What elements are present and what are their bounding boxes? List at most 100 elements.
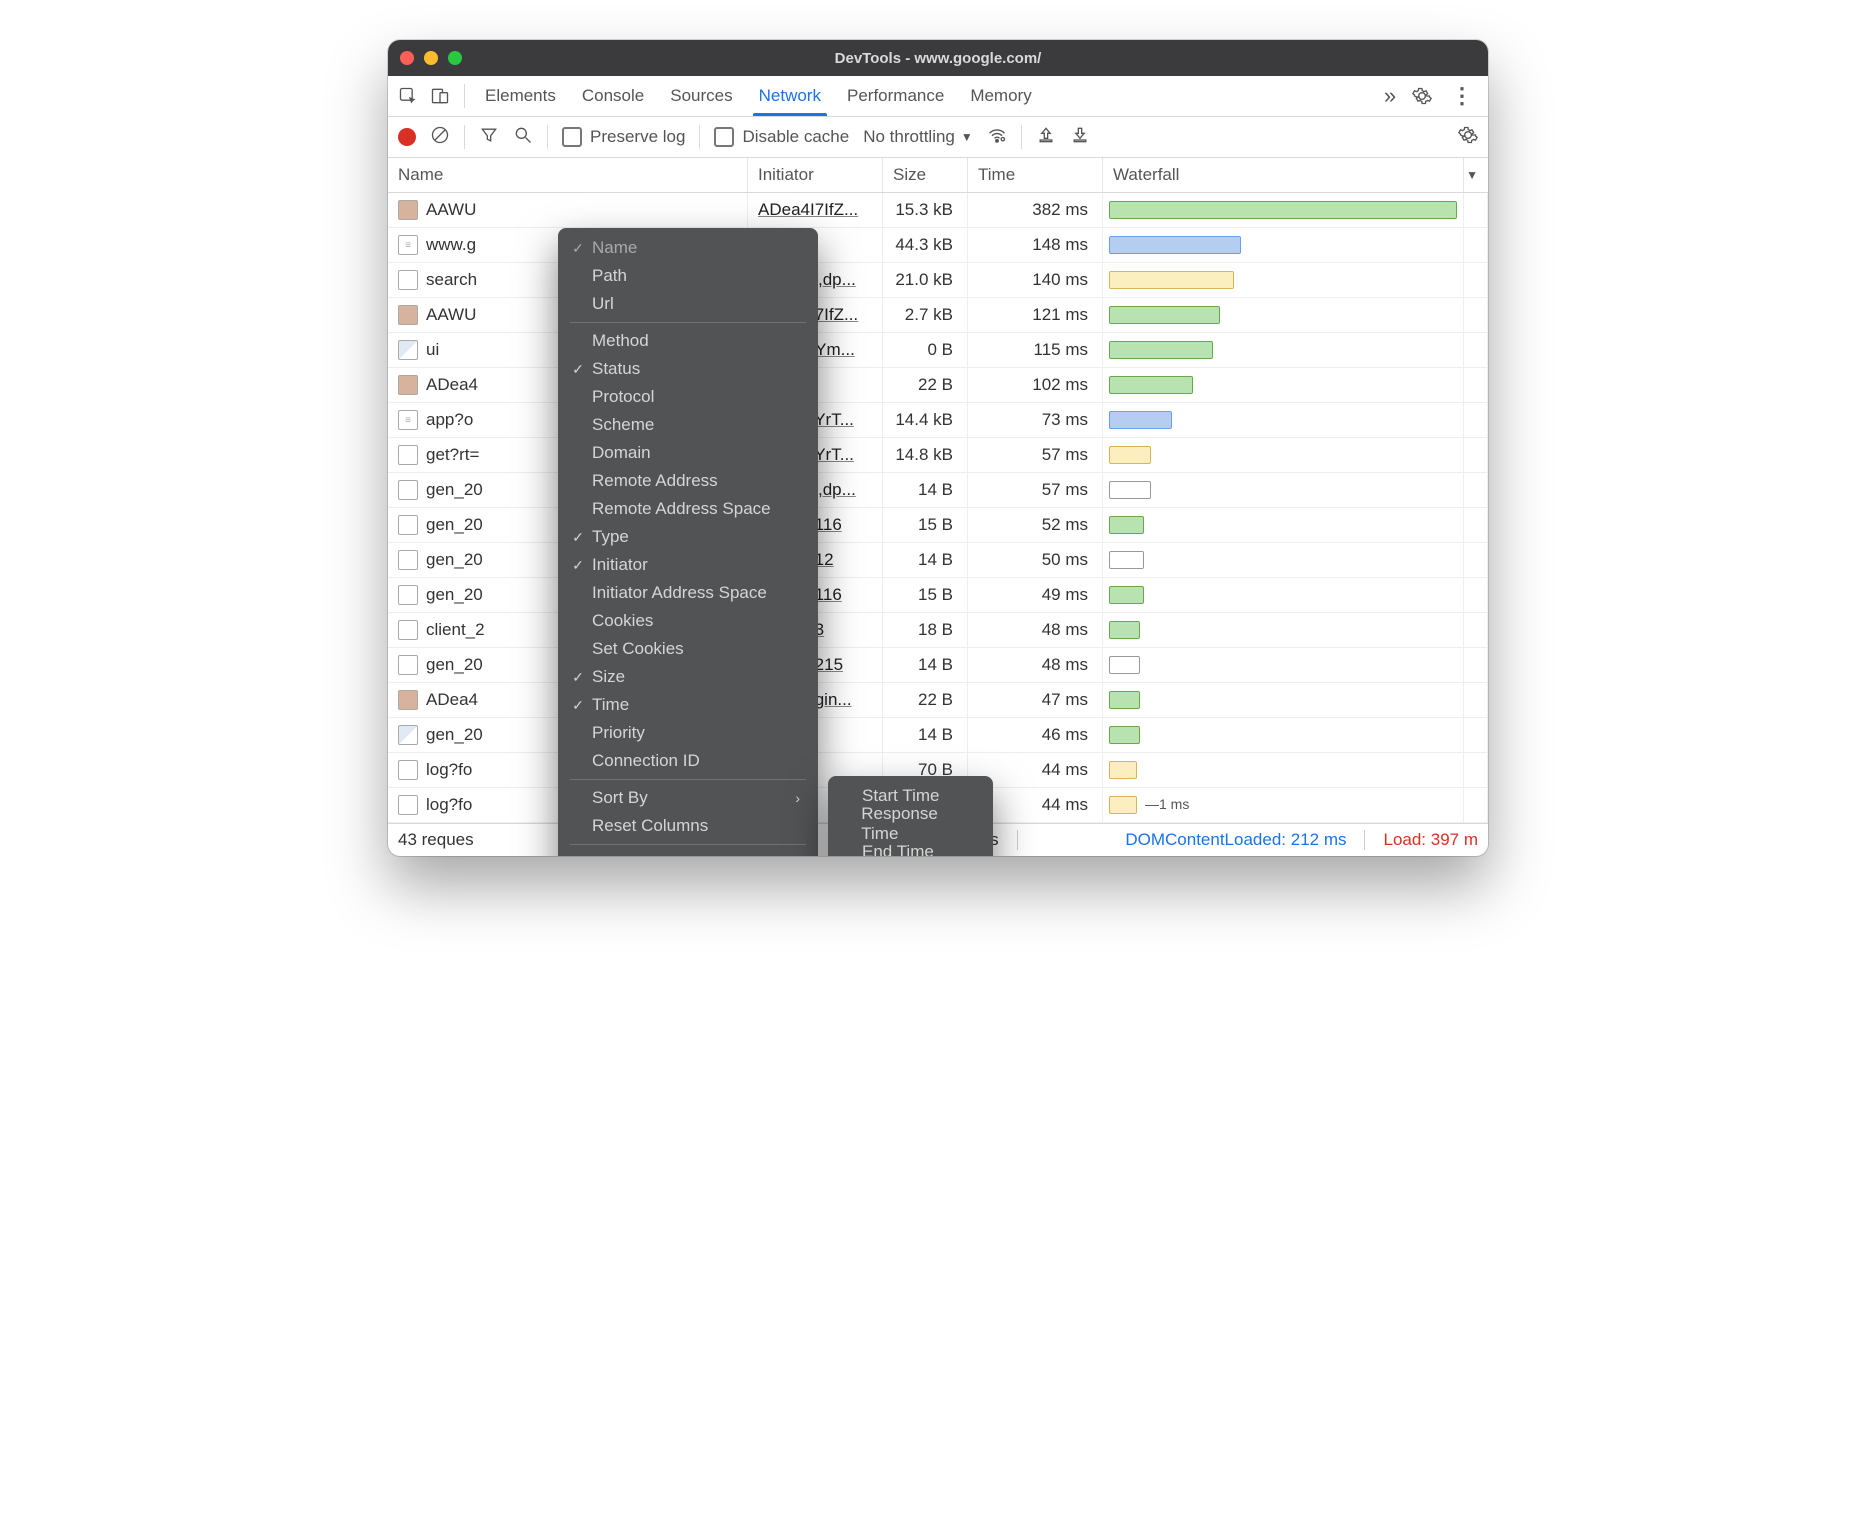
separator [464, 84, 465, 108]
menu-item-scheme[interactable]: Scheme [558, 411, 818, 439]
request-waterfall [1103, 438, 1464, 472]
menu-item-set-cookies[interactable]: Set Cookies [558, 635, 818, 663]
separator [1364, 830, 1365, 850]
request-initiator[interactable]: ADea4I7IfZ... [748, 193, 883, 227]
request-waterfall [1103, 683, 1464, 717]
separator [1017, 830, 1018, 850]
table-row[interactable]: ≡app?ors=AA2YrT...14.4 kB73 ms [388, 403, 1488, 438]
filter-icon[interactable] [479, 125, 499, 150]
table-row[interactable]: gen_20(index):11615 B52 ms [388, 508, 1488, 543]
device-toolbar-icon[interactable] [426, 82, 454, 110]
menu-item-name[interactable]: ✓Name [558, 234, 818, 262]
menu-item-reset-columns[interactable]: Reset Columns [558, 812, 818, 840]
menu-item-connection-id[interactable]: Connection ID [558, 747, 818, 775]
menu-item-type[interactable]: ✓Type [558, 523, 818, 551]
more-tabs-icon[interactable]: » [1376, 82, 1404, 110]
request-size: 2.7 kB [883, 298, 968, 332]
clear-icon[interactable] [430, 125, 450, 150]
devtools-window: DevTools - www.google.com/ ElementsConso… [388, 40, 1488, 856]
column-context-menu[interactable]: ✓NamePathUrl Method✓StatusProtocolSchemeD… [558, 228, 818, 856]
disable-cache-checkbox[interactable]: Disable cache [714, 127, 849, 147]
table-row[interactable]: gen_2014 B46 ms [388, 718, 1488, 753]
inspect-element-icon[interactable] [394, 82, 422, 110]
menu-item-size[interactable]: ✓Size [558, 663, 818, 691]
panel-tabs-row: Elements Console Sources Network Performance… [388, 76, 1488, 117]
record-button[interactable] [398, 128, 416, 146]
menu-item-cookies[interactable]: Cookies [558, 607, 818, 635]
table-row[interactable]: ADea4app?origin...22 B47 ms [388, 683, 1488, 718]
table-row[interactable]: gen_20m=cdos,dp...14 B57 ms [388, 473, 1488, 508]
network-conditions-icon[interactable] [987, 125, 1007, 150]
request-size: 15 B [883, 578, 968, 612]
menu-item-url[interactable]: Url [558, 290, 818, 318]
table-row[interactable]: searchm=cdos,dp...21.0 kB140 ms [388, 263, 1488, 298]
col-name[interactable]: Name [388, 158, 748, 192]
file-type-icon [398, 795, 418, 815]
throttling-label: No throttling [863, 127, 955, 147]
network-settings-icon[interactable] [1458, 125, 1478, 150]
col-size[interactable]: Size [883, 158, 968, 192]
waterfall-submenu[interactable]: Start TimeResponse TimeEnd Time✓Total Du… [828, 776, 993, 856]
tab-performance[interactable]: Performance [847, 78, 944, 114]
request-time: 73 ms [968, 403, 1103, 437]
minimize-window-button[interactable] [424, 51, 438, 65]
table-row[interactable]: gen_20(index):11615 B49 ms [388, 578, 1488, 613]
table-row[interactable]: client_2(index):318 B48 ms [388, 613, 1488, 648]
table-row[interactable]: AAWUADea4I7IfZ...2.7 kB121 ms [388, 298, 1488, 333]
menu-item-sort-by[interactable]: Sort By› [558, 784, 818, 812]
menu-item-label: Type [592, 527, 629, 547]
download-har-icon[interactable] [1070, 125, 1090, 150]
maximize-window-button[interactable] [448, 51, 462, 65]
menu-item-label: Sort By [592, 788, 648, 808]
tab-memory[interactable]: Memory [970, 78, 1031, 114]
menu-item-label: Start Time [862, 786, 939, 806]
search-icon[interactable] [513, 125, 533, 150]
col-time[interactable]: Time [968, 158, 1103, 192]
table-row[interactable]: ≡www.gOther44.3 kB148 ms [388, 228, 1488, 263]
request-name: client_2 [426, 620, 485, 640]
col-initiator[interactable]: Initiator [748, 158, 883, 192]
menu-item-remote-address[interactable]: Remote Address [558, 467, 818, 495]
tab-console[interactable]: Console [582, 78, 644, 114]
menu-item-end-time[interactable]: End Time [828, 838, 993, 856]
menu-item-initiator-address-space[interactable]: Initiator Address Space [558, 579, 818, 607]
close-window-button[interactable] [400, 51, 414, 65]
menu-item-protocol[interactable]: Protocol [558, 383, 818, 411]
check-icon: ✓ [568, 669, 588, 686]
preserve-log-checkbox[interactable]: Preserve log [562, 127, 685, 147]
settings-icon[interactable] [1408, 82, 1436, 110]
request-size: 22 B [883, 683, 968, 717]
request-time: 52 ms [968, 508, 1103, 542]
table-row[interactable]: gen_20(index):1214 B50 ms [388, 543, 1488, 578]
request-size: 44.3 kB [883, 228, 968, 262]
table-row[interactable]: uim=DhPYm...0 B115 ms [388, 333, 1488, 368]
menu-item-label: Priority [592, 723, 645, 743]
menu-item-response-headers[interactable]: Response Headers› [558, 849, 818, 856]
col-waterfall[interactable]: Waterfall [1103, 158, 1464, 192]
file-type-icon [398, 620, 418, 640]
col-waterfall-caret[interactable]: ▼ [1464, 158, 1488, 192]
kebab-menu-icon[interactable]: ⋮ [1448, 82, 1476, 110]
tab-network[interactable]: Network [759, 78, 821, 114]
request-name: log?fo [426, 795, 472, 815]
table-row[interactable]: get?rt=rs=AA2YrT...14.8 kB57 ms [388, 438, 1488, 473]
tab-elements[interactable]: Elements [485, 78, 556, 114]
menu-item-domain[interactable]: Domain [558, 439, 818, 467]
table-row[interactable]: AAWUADea4I7IfZ...15.3 kB382 ms [388, 193, 1488, 228]
table-row[interactable]: gen_20(index):21514 B48 ms [388, 648, 1488, 683]
menu-item-status[interactable]: ✓Status [558, 355, 818, 383]
check-icon: ✓ [568, 529, 588, 546]
menu-item-method[interactable]: Method [558, 327, 818, 355]
menu-item-initiator[interactable]: ✓Initiator [558, 551, 818, 579]
menu-item-time[interactable]: ✓Time [558, 691, 818, 719]
upload-har-icon[interactable] [1036, 125, 1056, 150]
menu-item-priority[interactable]: Priority [558, 719, 818, 747]
menu-item-path[interactable]: Path [558, 262, 818, 290]
menu-item-response-time[interactable]: Response Time [828, 810, 993, 838]
tab-sources[interactable]: Sources [670, 78, 732, 114]
throttling-dropdown[interactable]: No throttling ▼ [863, 127, 973, 147]
menu-item-remote-address-space[interactable]: Remote Address Space [558, 495, 818, 523]
table-row[interactable]: ADea4(index)22 B102 ms [388, 368, 1488, 403]
network-grid-header: Name Initiator Size Time Waterfall ▼ [388, 158, 1488, 193]
panel-tabs: Elements Console Sources Network Performance… [475, 78, 1372, 114]
